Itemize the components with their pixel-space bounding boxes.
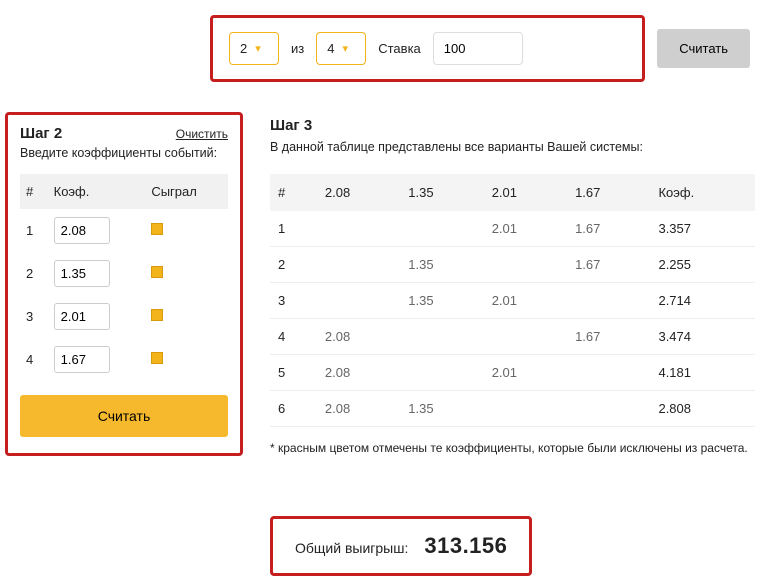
cell: [567, 355, 650, 391]
row-num: 3: [20, 295, 48, 338]
step3-subtitle: В данной таблице представлены все вариан…: [270, 140, 755, 154]
row-num: 4: [20, 338, 48, 381]
total-select[interactable]: 4 ▾: [316, 32, 366, 65]
cell: [567, 283, 650, 319]
cell: 1.35: [400, 283, 483, 319]
of-label: из: [291, 41, 304, 56]
col-num: #: [270, 174, 317, 211]
coef-input[interactable]: [54, 260, 110, 287]
coef-input[interactable]: [54, 346, 110, 373]
cell-coef: 3.474: [650, 319, 755, 355]
cell-num: 6: [270, 391, 317, 427]
played-checkbox[interactable]: [151, 309, 163, 321]
cell: 2.01: [484, 283, 567, 319]
col-c3: 2.01: [484, 174, 567, 211]
variant-row: 4 2.08 1.67 3.474: [270, 319, 755, 355]
pick-value: 2: [240, 41, 247, 56]
coef-input[interactable]: [54, 217, 110, 244]
played-checkbox[interactable]: [151, 352, 163, 364]
total-winnings-box: Общий выигрыш: 313.156: [270, 516, 532, 576]
step3-title: Шаг 3: [270, 117, 755, 134]
cell: [484, 391, 567, 427]
row-num: 2: [20, 252, 48, 295]
cell: 2.01: [484, 211, 567, 247]
col-coef: Коэф.: [650, 174, 755, 211]
clear-link[interactable]: Очистить: [176, 127, 228, 141]
cell-coef: 2.808: [650, 391, 755, 427]
col-c2: 1.35: [400, 174, 483, 211]
cell: 2.01: [484, 355, 567, 391]
variant-row: 3 1.35 2.01 2.714: [270, 283, 755, 319]
cell: 1.67: [567, 247, 650, 283]
step2-panel: Шаг 2 Очистить Введите коэффициенты собы…: [5, 112, 243, 456]
cell-num: 2: [270, 247, 317, 283]
coef-input[interactable]: [54, 303, 110, 330]
played-checkbox[interactable]: [151, 223, 163, 235]
cell-coef: 2.714: [650, 283, 755, 319]
cell: 1.35: [400, 391, 483, 427]
total-value: 313.156: [424, 533, 507, 559]
total-label: Общий выигрыш:: [295, 540, 408, 556]
variant-row: 1 2.01 1.67 3.357: [270, 211, 755, 247]
col-c1: 2.08: [317, 174, 400, 211]
cell: [317, 283, 400, 319]
col-num: #: [20, 174, 48, 209]
cell-coef: 2.255: [650, 247, 755, 283]
cell-num: 5: [270, 355, 317, 391]
variant-row: 6 2.08 1.35 2.808: [270, 391, 755, 427]
cell: 2.08: [317, 391, 400, 427]
cell-num: 1: [270, 211, 317, 247]
variant-row: 5 2.08 2.01 4.181: [270, 355, 755, 391]
coef-input-table: # Коэф. Сыграл 1 2 3 4: [20, 174, 228, 381]
cell-coef: 3.357: [650, 211, 755, 247]
chevron-down-icon: ▾: [255, 42, 261, 55]
cell: 1.35: [400, 247, 483, 283]
cell: 2.08: [317, 355, 400, 391]
cell: [400, 355, 483, 391]
cell: 1.67: [567, 319, 650, 355]
played-checkbox[interactable]: [151, 266, 163, 278]
step2-title: Шаг 2: [20, 125, 62, 142]
calculate-button-step2[interactable]: Считать: [20, 395, 228, 437]
step3-panel: Шаг 3 В данной таблице представлены все …: [270, 117, 755, 455]
cell: [317, 211, 400, 247]
cell: [317, 247, 400, 283]
coef-row: 2: [20, 252, 228, 295]
pick-select[interactable]: 2 ▾: [229, 32, 279, 65]
coef-row: 1: [20, 209, 228, 252]
system-config-row: 2 ▾ из 4 ▾ Ставка Считать: [210, 15, 750, 82]
cell: 2.08: [317, 319, 400, 355]
bet-label: Ставка: [378, 41, 421, 56]
total-value: 4: [327, 41, 334, 56]
cell-num: 4: [270, 319, 317, 355]
step2-subtitle: Введите коэффициенты событий:: [20, 146, 228, 160]
col-coef: Коэф.: [48, 174, 146, 209]
coef-row: 3: [20, 295, 228, 338]
variant-row: 2 1.35 1.67 2.255: [270, 247, 755, 283]
cell: [400, 211, 483, 247]
bet-input[interactable]: [433, 32, 523, 65]
coef-row: 4: [20, 338, 228, 381]
cell: [567, 391, 650, 427]
variants-table: # 2.08 1.35 2.01 1.67 Коэф. 1 2.01 1.67 …: [270, 174, 755, 427]
cell: 1.67: [567, 211, 650, 247]
step3-note: * красным цветом отмечены те коэффициент…: [270, 441, 755, 455]
config-highlight-box: 2 ▾ из 4 ▾ Ставка: [210, 15, 645, 82]
cell: [484, 319, 567, 355]
cell-num: 3: [270, 283, 317, 319]
cell: [400, 319, 483, 355]
cell-coef: 4.181: [650, 355, 755, 391]
cell: [484, 247, 567, 283]
calculate-button-top[interactable]: Считать: [657, 29, 750, 68]
col-c4: 1.67: [567, 174, 650, 211]
chevron-down-icon: ▾: [342, 42, 348, 55]
row-num: 1: [20, 209, 48, 252]
col-played: Сыграл: [145, 174, 228, 209]
